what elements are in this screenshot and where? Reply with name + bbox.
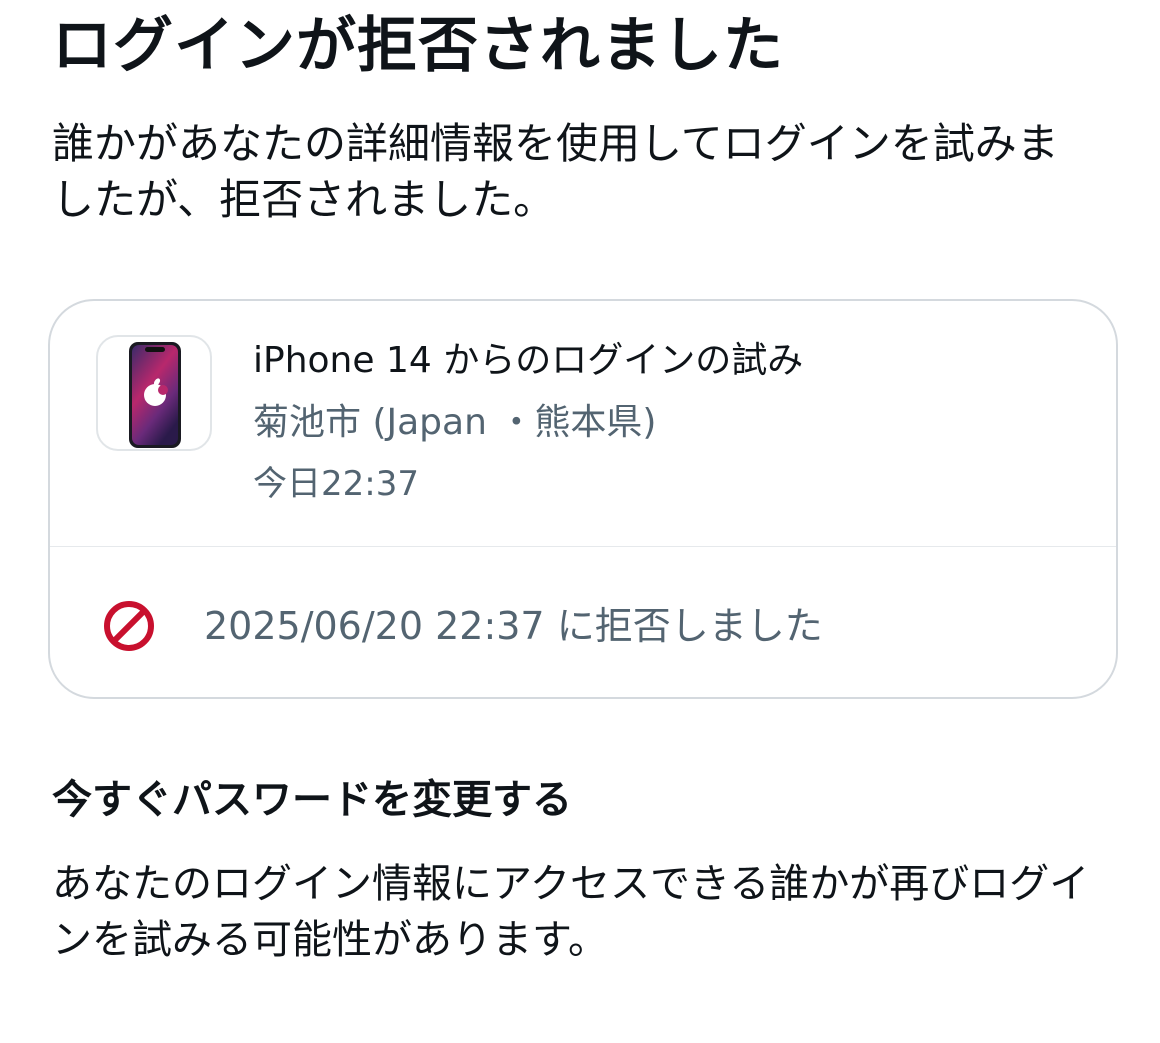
- denied-status-text: 2025/06/20 22:37 に拒否しました: [204, 604, 823, 648]
- device-name: iPhone 14 からのログインの試み: [253, 340, 804, 381]
- change-password-body: あなたのログイン情報にアクセスできる誰かが再びログインを試みる可能性があります。: [52, 861, 1090, 963]
- intro-text: 誰かがあなたの詳細情報を使用してログインを試みましたが、拒否されました。: [52, 119, 1059, 224]
- login-attempt-card[interactable]: iPhone 14 からのログインの試み 菊池市 (Japan ・熊本県) 今日…: [48, 299, 1118, 699]
- login-time: 今日22:37: [253, 464, 419, 504]
- iphone-image: [129, 342, 181, 448]
- iphone-device-icon: [96, 335, 212, 451]
- page-title: ログインが拒否されました: [52, 11, 784, 81]
- prohibited-icon: [104, 601, 154, 651]
- denied-status-row: 2025/06/20 22:37 に拒否しました: [50, 547, 1116, 697]
- device-location: 菊池市 (Japan ・熊本県): [253, 402, 657, 443]
- change-password-heading: 今すぐパスワードを変更する: [52, 777, 572, 823]
